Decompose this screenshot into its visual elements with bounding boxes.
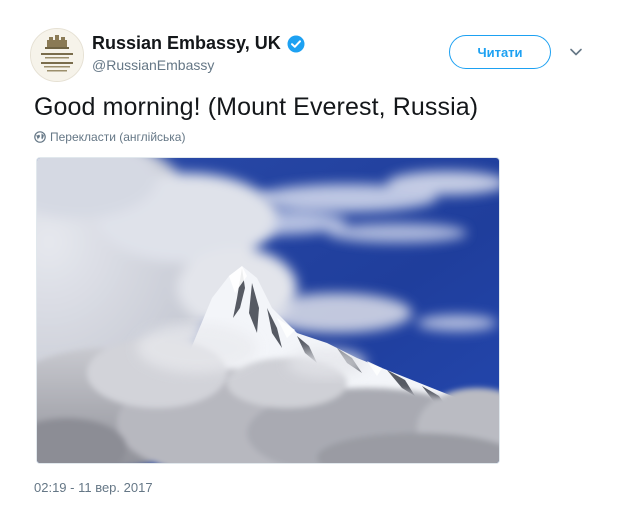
display-name[interactable]: Russian Embassy, UK bbox=[92, 33, 281, 54]
chevron-down-icon[interactable] bbox=[568, 44, 584, 60]
translate-label: Перекласти (англійська) bbox=[50, 130, 186, 144]
tweet-card: Russian Embassy, UK @RussianEmbassy Чита… bbox=[0, 0, 620, 518]
globe-icon bbox=[34, 131, 46, 143]
tweet-text: Good morning! (Mount Everest, Russia) bbox=[34, 93, 479, 121]
tweet-timestamp[interactable]: 02:19 - 11 вер. 2017 bbox=[34, 480, 153, 495]
avatar[interactable] bbox=[30, 28, 84, 82]
tweet-photo[interactable] bbox=[36, 157, 500, 464]
user-handle[interactable]: @RussianEmbassy bbox=[92, 57, 214, 73]
verified-badge-icon bbox=[287, 35, 305, 53]
embassy-logo-icon bbox=[31, 29, 83, 81]
name-row: Russian Embassy, UK bbox=[92, 33, 305, 54]
translate-link[interactable]: Перекласти (англійська) bbox=[34, 130, 185, 144]
follow-button[interactable]: Читати bbox=[449, 35, 551, 69]
mountain-photo-image bbox=[37, 158, 499, 463]
